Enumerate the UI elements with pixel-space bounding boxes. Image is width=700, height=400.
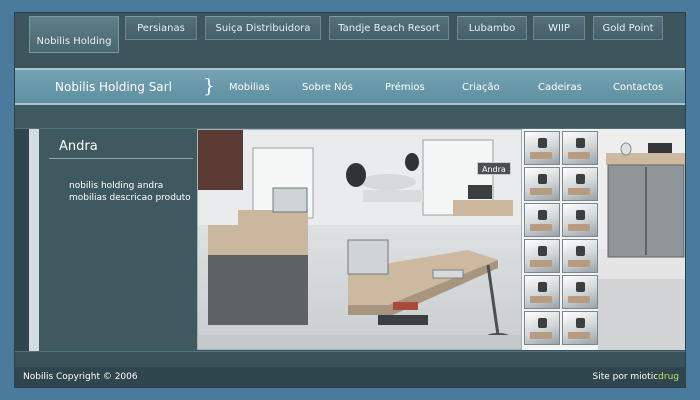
thumbnail[interactable] <box>524 275 560 309</box>
product-tag: Andra <box>477 162 511 175</box>
nav-mobilias[interactable]: Mobilias <box>229 82 270 93</box>
footer-spacer <box>15 351 685 367</box>
top-tabs: Nobilis Holding Persianas Suiça Distribu… <box>15 13 685 69</box>
nav-premios[interactable]: Prémios <box>385 82 425 93</box>
nav-cadeiras[interactable]: Cadeiras <box>538 82 582 93</box>
tab-nobilis-holding[interactable]: Nobilis Holding <box>29 16 119 53</box>
tab-persianas[interactable]: Persianas <box>125 16 197 40</box>
tab-suica-distribuidora[interactable]: Suiça Distribuidora <box>205 16 321 40</box>
office-illustration <box>198 130 521 349</box>
brand-title: Nobilis Holding Sarl <box>55 80 172 94</box>
thumbnail[interactable] <box>562 239 598 273</box>
nav-contactos[interactable]: Contactos <box>613 82 663 93</box>
thumbnail[interactable] <box>562 275 598 309</box>
tab-gold-point[interactable]: Gold Point <box>593 16 663 40</box>
product-panel: Andra nobilis holding andra mobilias des… <box>39 129 197 352</box>
thumbnail-grid <box>522 129 598 350</box>
main-nav: Nobilis Holding Sarl } Mobilias Sobre Nó… <box>15 70 685 105</box>
thumbnail[interactable] <box>524 131 560 165</box>
thumbnail[interactable] <box>524 311 560 345</box>
credit-link[interactable]: Site por mioticdrug <box>592 372 679 382</box>
title-underline <box>49 158 193 159</box>
nav-criacao[interactable]: Criação <box>462 82 500 93</box>
footer: Nobilis Copyright © 2006 Site por miotic… <box>15 367 685 387</box>
thumbnail[interactable] <box>562 203 598 237</box>
page-frame: Nobilis Holding Persianas Suiça Distribu… <box>14 12 686 388</box>
left-strip <box>15 129 29 352</box>
spacer-band <box>15 106 685 128</box>
content-area: Andra nobilis holding andra mobilias des… <box>15 128 685 352</box>
description-line: mobilias descricao produto <box>69 193 191 203</box>
credit-prefix: Site por miotic <box>592 372 659 382</box>
credit-accent: drug <box>658 372 679 382</box>
thumbnail[interactable] <box>524 167 560 201</box>
thumbnail[interactable] <box>562 131 598 165</box>
thumbnail[interactable] <box>562 311 598 345</box>
tab-lubambo[interactable]: Lubambo <box>457 16 527 40</box>
product-title: Andra <box>59 139 98 154</box>
cabinet-illustration <box>598 129 685 350</box>
thumbnail[interactable] <box>562 167 598 201</box>
copyright-text: Nobilis Copyright © 2006 <box>23 372 138 382</box>
left-bar <box>29 129 39 352</box>
product-photo <box>197 129 522 350</box>
brace-icon: } <box>203 75 216 97</box>
thumbnail[interactable] <box>524 239 560 273</box>
description-line: nobilis holding andra <box>69 181 164 191</box>
thumbnail[interactable] <box>524 203 560 237</box>
product-description: nobilis holding andra mobilias descricao… <box>69 180 191 204</box>
side-photo <box>598 129 685 350</box>
tab-wiip[interactable]: WIIP <box>533 16 585 40</box>
nav-sobre-nos[interactable]: Sobre Nós <box>302 82 353 93</box>
tab-tandje-beach-resort[interactable]: Tandje Beach Resort <box>329 16 449 40</box>
